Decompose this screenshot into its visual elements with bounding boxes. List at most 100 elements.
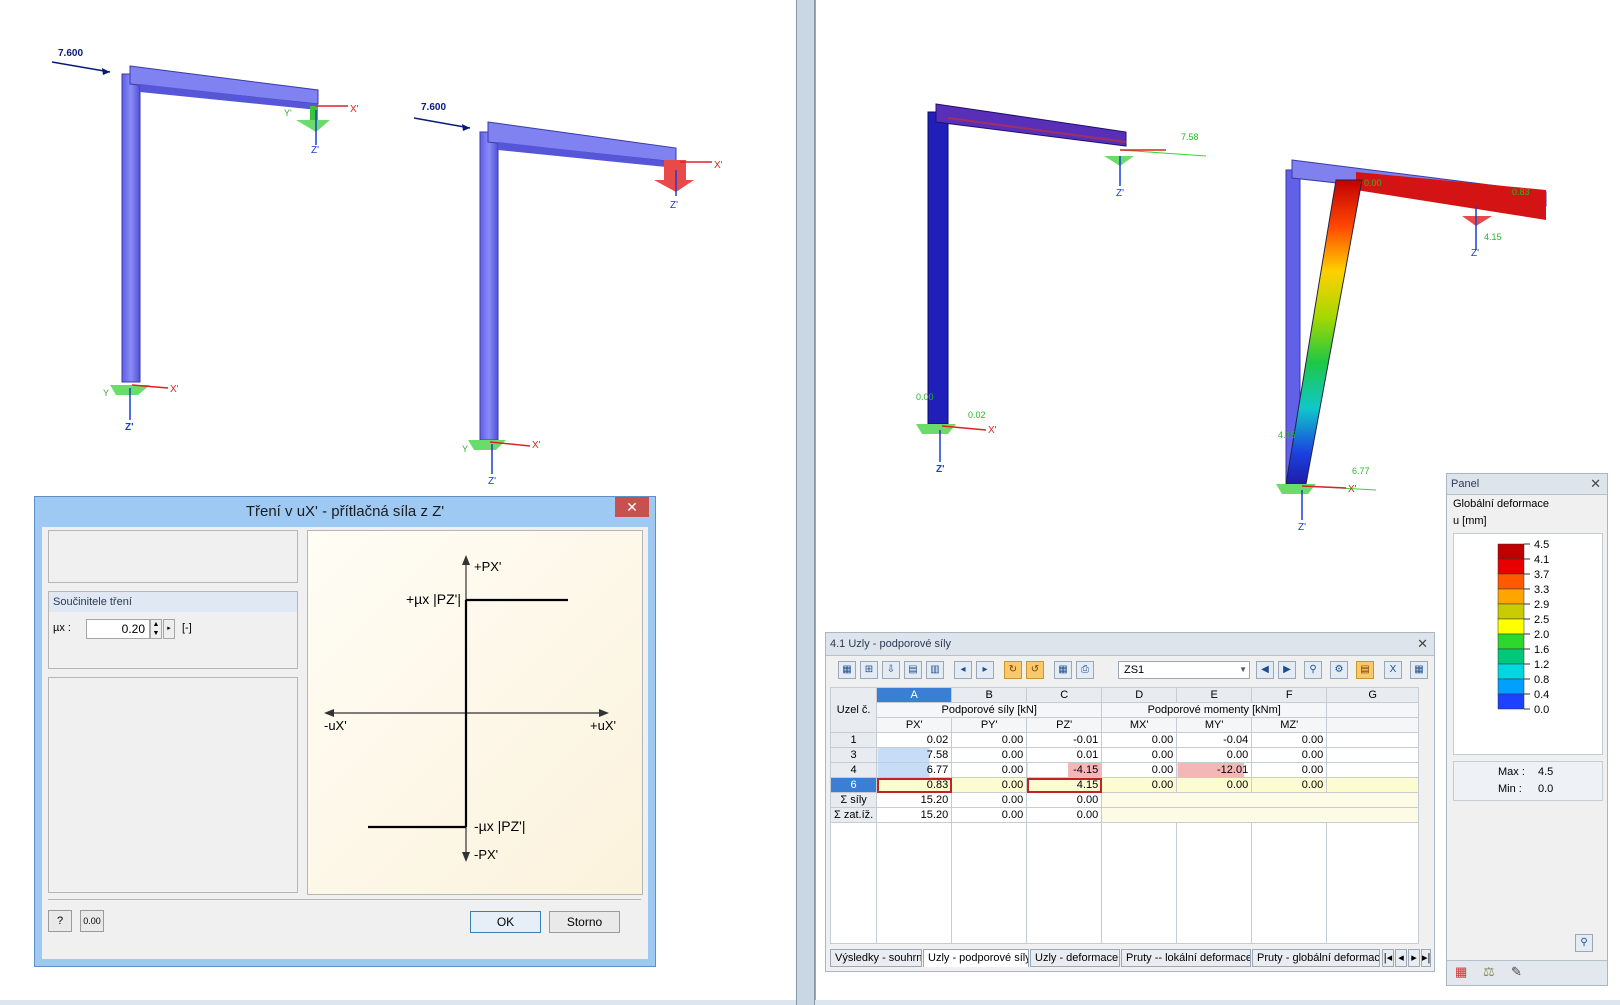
scale-label: 4.5 — [1534, 539, 1549, 551]
load-case-select[interactable]: ZS1 ▼ — [1118, 661, 1250, 679]
table-cell[interactable]: 0.00 — [951, 747, 1028, 763]
column-letter[interactable]: B — [951, 687, 1028, 703]
table-cell[interactable]: -0.04 — [1176, 732, 1253, 748]
table-cell[interactable]: 0.00 — [1176, 777, 1253, 793]
svg-text:Z': Z' — [311, 145, 319, 156]
next-table-icon[interactable]: ▸ — [976, 661, 994, 679]
table-cell[interactable]: 7.58 — [876, 747, 953, 763]
tab-node-deformations[interactable]: Uzly - deformace — [1030, 949, 1120, 967]
sort-icon[interactable]: ⇩ — [882, 661, 900, 679]
print-icon[interactable]: ⎙ — [1076, 661, 1094, 679]
prev-table-icon[interactable]: ◂ — [954, 661, 972, 679]
svg-text:X': X' — [170, 384, 179, 395]
tab-member-local-deformations[interactable]: Pruty -- lokální deformace — [1121, 949, 1251, 967]
excel-icon[interactable]: X — [1384, 661, 1402, 679]
show-values-icon[interactable]: ↻ — [1004, 661, 1022, 679]
table-cell[interactable]: 0.00 — [951, 777, 1028, 793]
mu-more-button[interactable]: ▸ — [163, 619, 175, 639]
chart-icon[interactable]: ▥ — [926, 661, 944, 679]
tab-last-icon[interactable]: ▸| — [1421, 949, 1431, 967]
tab-first-icon[interactable]: |◂ — [1382, 949, 1394, 967]
select-icon[interactable]: ▤ — [1356, 661, 1374, 679]
mu-input[interactable]: 0.20 — [86, 619, 150, 639]
column-letter[interactable]: D — [1101, 687, 1178, 703]
node-number[interactable]: 1 — [829, 732, 878, 748]
view-splitter[interactable] — [796, 0, 815, 1005]
brush-icon[interactable]: ✎ — [1511, 964, 1522, 980]
columns-icon[interactable]: ▤ — [904, 661, 922, 679]
table-view-icon[interactable]: ▦ — [1054, 661, 1072, 679]
table-cell-highlighted[interactable]: 4.15 — [1026, 777, 1103, 793]
table-cell[interactable]: -4.15 — [1026, 762, 1103, 778]
find-icon[interactable]: ⚙ — [1330, 661, 1348, 679]
table-row[interactable]: 4 6.77 0.00 -4.15 0.00 -12.01 0.00 — [829, 762, 1420, 778]
table-cell: 0.00 — [1026, 792, 1103, 808]
table-cell[interactable]: 0.00 — [1101, 732, 1178, 748]
filter-results-icon[interactable]: ⚲ — [1304, 661, 1322, 679]
export-icon[interactable]: ▦ — [838, 661, 856, 679]
column-letter[interactable]: G — [1326, 687, 1420, 703]
table-cell[interactable]: 0.00 — [1251, 777, 1328, 793]
table-cell[interactable]: 0.00 — [1101, 777, 1178, 793]
color-scale-icon[interactable]: ▦ — [1455, 964, 1467, 980]
pz-header: PZ' — [1026, 717, 1103, 733]
min-value: 0.0 — [1538, 783, 1554, 795]
panel-title: Panel — [1451, 478, 1480, 490]
results-close-button[interactable]: ✕ — [1417, 633, 1428, 655]
svg-text:Z': Z' — [670, 200, 678, 211]
column-letter[interactable]: C — [1026, 687, 1103, 703]
table-cell[interactable]: -12.01 — [1176, 762, 1253, 778]
node-column-header: Uzel č. — [829, 687, 878, 733]
svg-text:X': X' — [988, 425, 997, 436]
table-cell[interactable]: 0.00 — [951, 762, 1028, 778]
column-letter[interactable]: E — [1176, 687, 1253, 703]
mz-header: MZ' — [1251, 717, 1328, 733]
prev-case-icon[interactable]: ◀ — [1256, 661, 1274, 679]
table-cell[interactable]: 0.00 — [1101, 747, 1178, 763]
node-number[interactable]: 6 — [829, 777, 878, 793]
table-cell[interactable]: 0.00 — [1251, 762, 1328, 778]
table-cell[interactable]: 0.02 — [876, 732, 953, 748]
table-cell[interactable]: 0.00 — [951, 732, 1028, 748]
panel-close-button[interactable]: ✕ — [1590, 474, 1601, 494]
balance-icon[interactable]: ⚖ — [1483, 964, 1495, 980]
plus-u-label: +uX' — [590, 718, 616, 733]
table-cell[interactable]: 0.00 — [1101, 762, 1178, 778]
tab-results-summary[interactable]: Výsledky - souhrn — [830, 949, 922, 967]
tab-next-icon[interactable]: ▸ — [1408, 949, 1420, 967]
table-row-selected[interactable]: 6 0.83 0.00 4.15 0.00 0.00 0.00 — [829, 777, 1420, 793]
column-letter[interactable]: F — [1251, 687, 1328, 703]
upper-limit-label: +µx |PZ'| — [406, 591, 461, 607]
tab-prev-icon[interactable]: ◂ — [1395, 949, 1407, 967]
filter-icon[interactable]: ⊞ — [860, 661, 878, 679]
table-cell[interactable]: -0.01 — [1026, 732, 1103, 748]
svg-text:Z': Z' — [1298, 522, 1306, 533]
ok-button[interactable]: OK — [470, 911, 541, 933]
table-cell[interactable]: 0.00 — [1251, 732, 1328, 748]
table-cell[interactable]: 0.00 — [1251, 747, 1328, 763]
table-row[interactable]: 3 7.58 0.00 0.01 0.00 0.00 0.00 — [829, 747, 1420, 763]
scale-band — [1497, 558, 1525, 575]
calculator-icon[interactable]: ▦ — [1410, 661, 1428, 679]
dialog-titlebar[interactable]: Tření v uX' - přítlačná síla z Z' ✕ — [35, 497, 655, 527]
units-button[interactable]: 0.00 — [80, 910, 104, 932]
table-cell[interactable]: 0.01 — [1026, 747, 1103, 763]
next-case-icon[interactable]: ▶ — [1278, 661, 1296, 679]
tab-support-forces[interactable]: Uzly - podporové síly — [923, 949, 1029, 967]
mu-spinner[interactable]: ▲ ▼ — [150, 619, 162, 639]
zoom-icon[interactable]: ⚲ — [1575, 934, 1593, 952]
table-row[interactable]: 1 0.02 0.00 -0.01 0.00 -0.04 0.00 — [829, 732, 1420, 748]
column-letter[interactable]: A — [876, 687, 953, 703]
show-colors-icon[interactable]: ↺ — [1026, 661, 1044, 679]
table-cell[interactable]: 6.77 — [876, 762, 953, 778]
table-cell-highlighted[interactable]: 0.83 — [876, 777, 953, 793]
table-cell[interactable]: 0.00 — [1176, 747, 1253, 763]
tab-member-global-deformations[interactable]: Pruty - globální deformace — [1252, 949, 1380, 967]
help-button[interactable]: ? — [48, 910, 72, 932]
color-scale: 4.5 4.1 3.7 3.3 2.9 2.5 2.0 1.6 1.2 0.8 0.4 0.0 — [1453, 533, 1603, 755]
node-number[interactable]: 4 — [829, 762, 878, 778]
cancel-button[interactable]: Storno — [549, 911, 620, 933]
node-number[interactable]: 3 — [829, 747, 878, 763]
close-button[interactable]: ✕ — [615, 497, 649, 517]
chevron-down-icon: ▼ — [1239, 665, 1247, 674]
